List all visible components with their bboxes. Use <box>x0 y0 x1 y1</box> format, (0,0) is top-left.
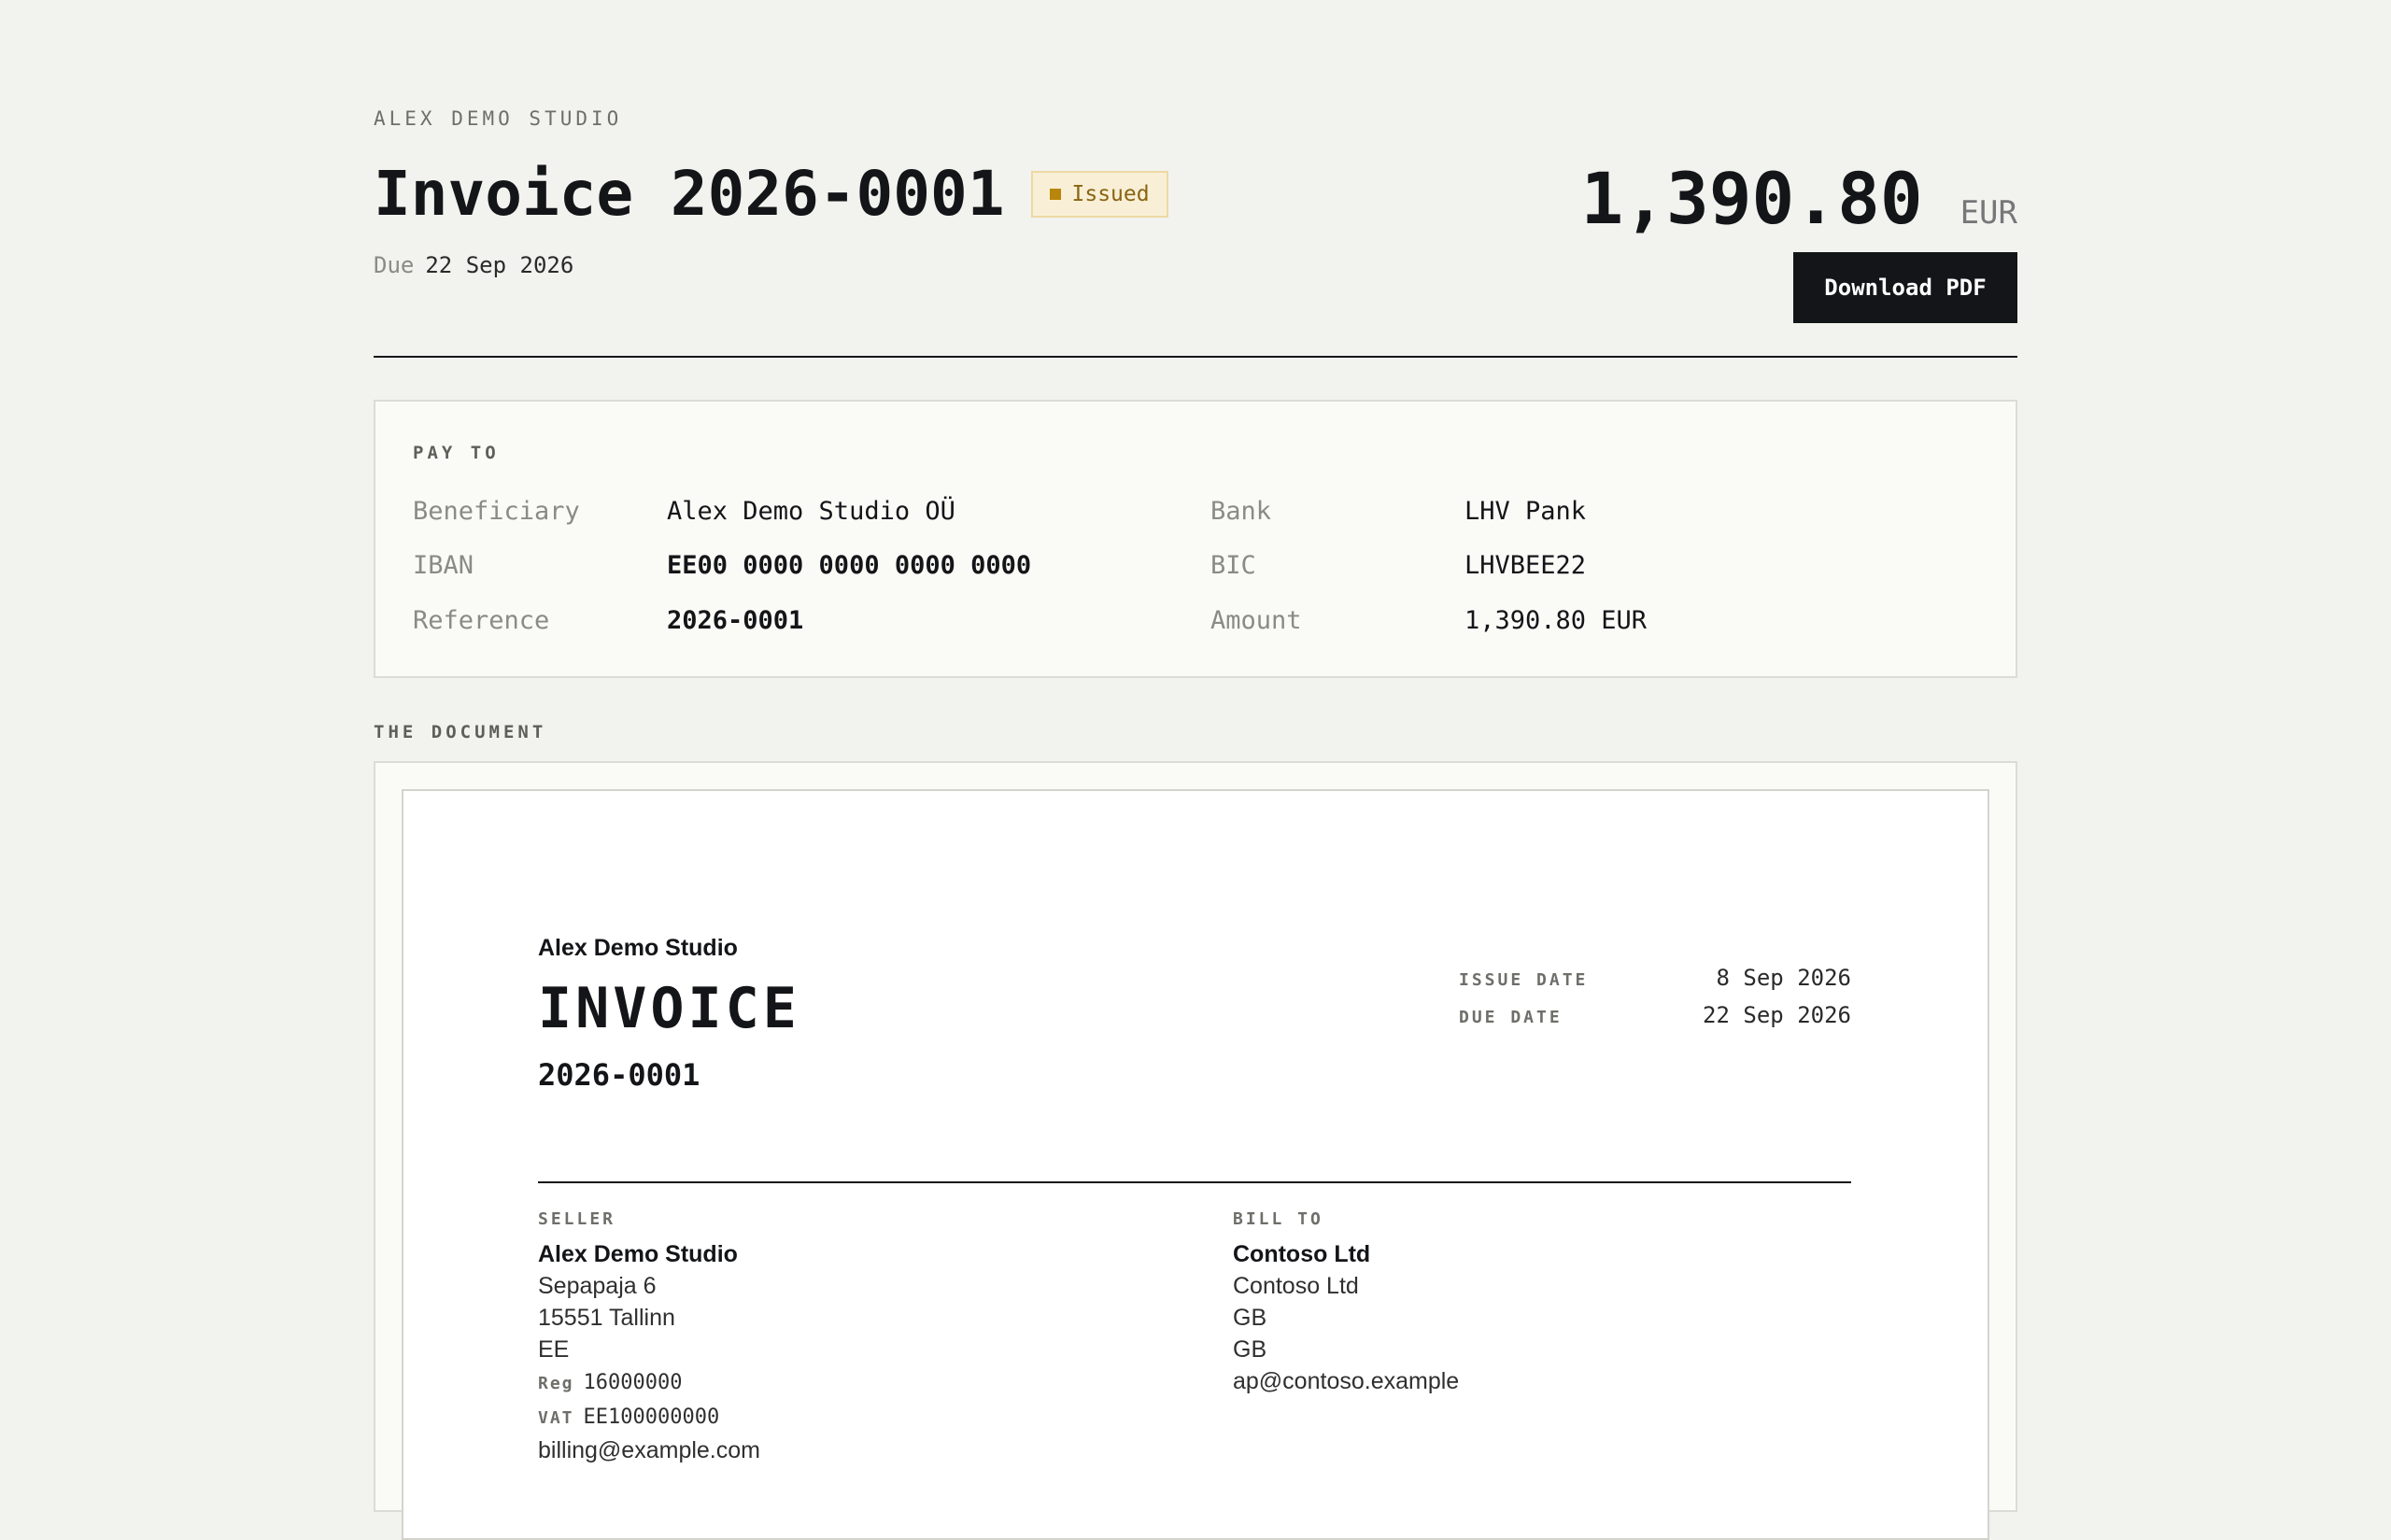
due-date: Due 22 Sep 2026 <box>374 252 573 278</box>
total-amount: 1,390.80 EUR <box>1581 157 2017 240</box>
invoice-page: ALEX DEMO STUDIO Invoice 2026-0001 Issue… <box>374 0 2017 1540</box>
document-title: INVOICE <box>538 976 800 1041</box>
document-company: Alex Demo Studio <box>538 935 738 961</box>
amount-payment-value[interactable]: 1,390.80 EUR <box>1464 602 1647 640</box>
amount-currency: EUR <box>1959 194 2017 232</box>
document-due-date-label: DUE DATE <box>1459 1008 1563 1027</box>
bill-to-name: Contoso Ltd <box>1233 1241 1371 1267</box>
seller-country: EE <box>538 1336 570 1363</box>
issue-date-row: ISSUE DATE 8 Sep 2026 <box>1459 965 1851 1002</box>
due-label: Due <box>374 252 415 278</box>
document-dates: ISSUE DATE 8 Sep 2026 DUE DATE 22 Sep 20… <box>1459 965 1851 1039</box>
bill-to-line: GB <box>1233 1305 1267 1331</box>
vat-value: EE100000000 <box>583 1406 720 1429</box>
seller-name: Alex Demo Studio <box>538 1241 738 1267</box>
bic-value[interactable]: LHVBEE22 <box>1464 547 1586 585</box>
amount-label: Amount <box>1210 606 1302 635</box>
due-date-row: DUE DATE 22 Sep 2026 <box>1459 1002 1851 1039</box>
status-dot-icon <box>1049 189 1061 200</box>
bill-to-line: GB <box>1233 1336 1267 1363</box>
status-badge: Issued <box>1030 171 1168 218</box>
document-number: 2026-0001 <box>538 1057 700 1093</box>
document-divider <box>538 1181 1851 1183</box>
invoice-document: Alex Demo Studio INVOICE 2026-0001 ISSUE… <box>402 789 1989 1540</box>
reg-value: 16000000 <box>583 1371 683 1394</box>
bic-label: BIC <box>1210 551 1256 580</box>
document-caption: THE DOCUMENT <box>374 722 547 742</box>
bill-to-line: Contoso Ltd <box>1233 1273 1359 1299</box>
header-divider <box>374 356 2017 358</box>
reference-value[interactable]: 2026-0001 <box>667 602 803 640</box>
status-badge-label: Issued <box>1071 182 1150 206</box>
beneficiary-value[interactable]: Alex Demo Studio OÜ <box>667 493 955 530</box>
bill-to-caption: BILL TO <box>1233 1209 1323 1229</box>
document-due-date-value: 22 Sep 2026 <box>1703 1002 1851 1028</box>
due-value: 22 Sep 2026 <box>425 252 574 278</box>
studio-label: ALEX DEMO STUDIO <box>374 107 623 130</box>
download-pdf-button[interactable]: Download PDF <box>1793 252 2017 323</box>
vat-label: VAT <box>538 1408 574 1428</box>
reg-label: Reg <box>538 1374 574 1393</box>
title-row: Invoice 2026-0001 Issued <box>374 157 1168 232</box>
bill-to-email: ap@contoso.example <box>1233 1368 1460 1394</box>
iban-label: IBAN <box>413 551 474 580</box>
issue-date-label: ISSUE DATE <box>1459 970 1589 990</box>
issue-date-value: 8 Sep 2026 <box>1716 965 1852 991</box>
seller-vat: VAT EE100000000 <box>538 1400 1192 1434</box>
amount-value: 1,390.80 <box>1580 157 1923 240</box>
document-preview-frame[interactable]: Alex Demo Studio INVOICE 2026-0001 ISSUE… <box>374 761 2017 1540</box>
bank-value[interactable]: LHV Pank <box>1464 493 1586 530</box>
bank-label: Bank <box>1210 497 1272 526</box>
seller-caption: SELLER <box>538 1209 616 1229</box>
seller-street: Sepapaja 6 <box>538 1273 657 1299</box>
pay-to-panel: PAY TO Beneficiary Alex Demo Studio OÜ I… <box>374 400 2017 678</box>
iban-value[interactable]: EE00 0000 0000 0000 0000 <box>667 547 1031 585</box>
seller-reg: Reg 16000000 <box>538 1365 1192 1400</box>
seller-email: billing@example.com <box>538 1437 760 1463</box>
bill-to-block: BILL TO Contoso Ltd Contoso Ltd GB GB ap… <box>1233 1209 1887 1397</box>
seller-city: 15551 Tallinn <box>538 1305 675 1331</box>
reference-label: Reference <box>413 606 550 635</box>
pay-to-caption: PAY TO <box>413 443 500 463</box>
seller-block: SELLER Alex Demo Studio Sepapaja 6 15551… <box>538 1209 1192 1466</box>
page-title: Invoice 2026-0001 <box>374 158 1005 230</box>
beneficiary-label: Beneficiary <box>413 497 580 526</box>
